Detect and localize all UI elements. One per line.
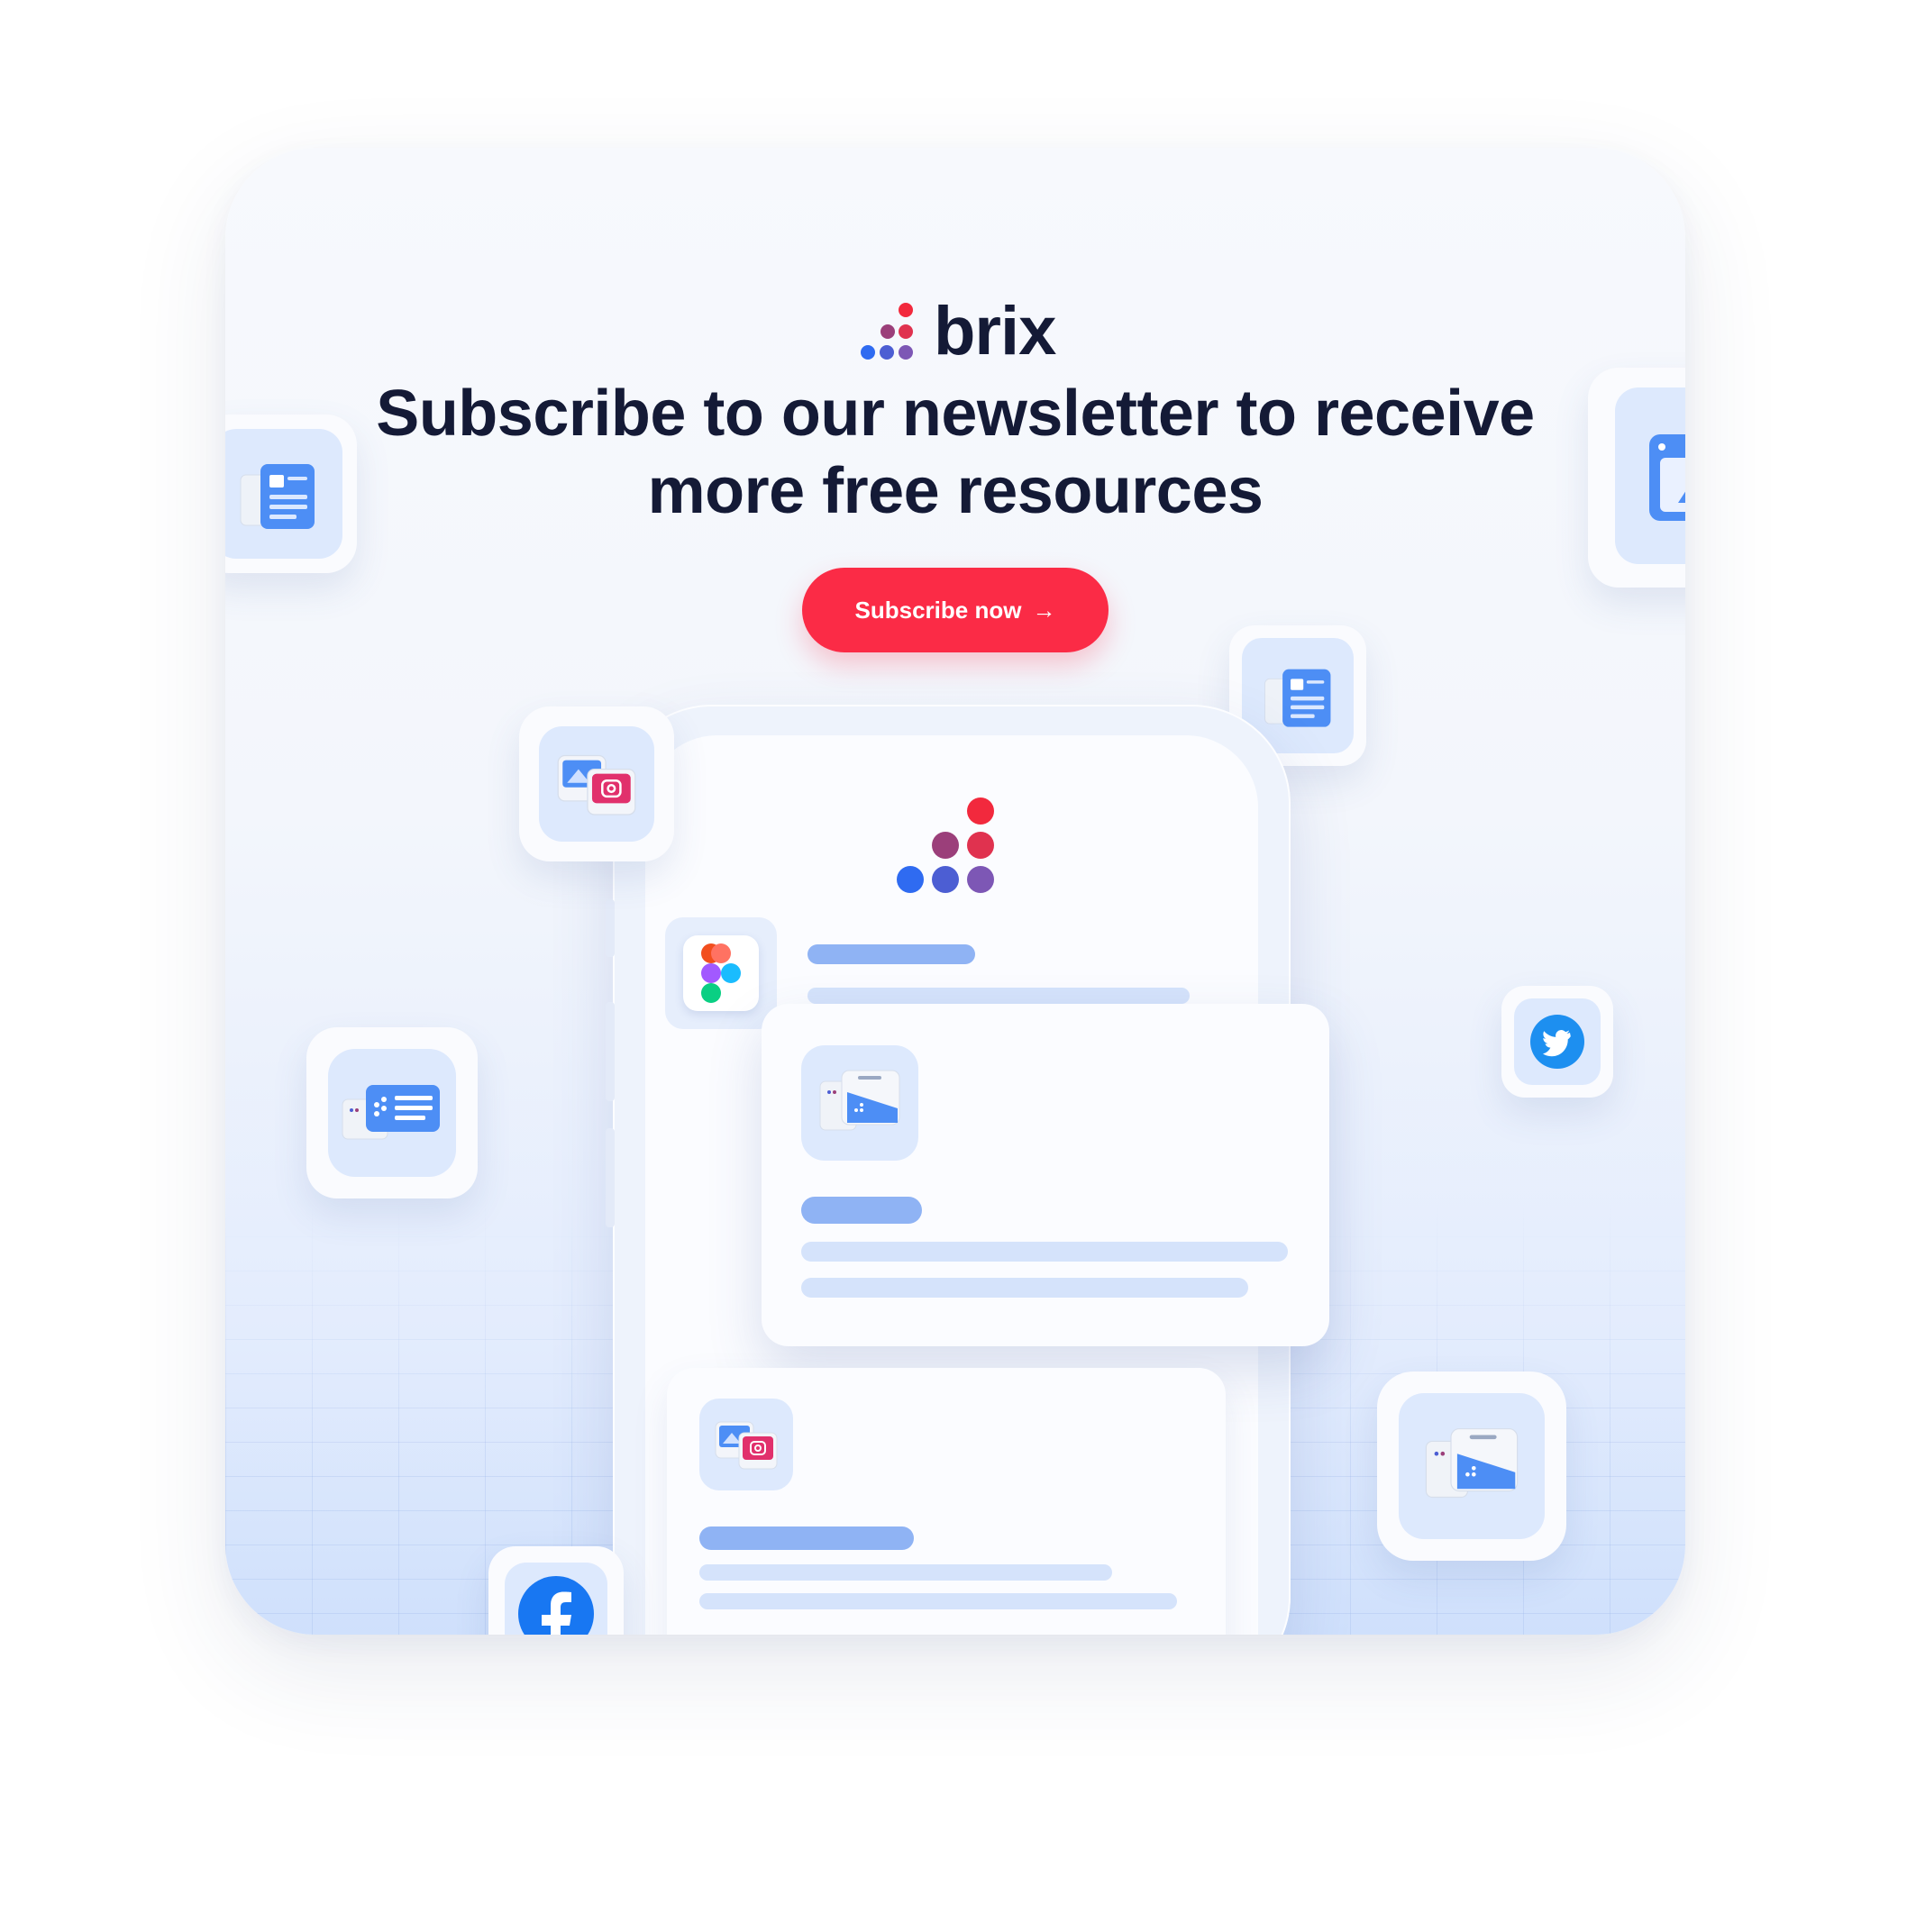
twitter-icon [1530, 1015, 1584, 1069]
phone-side-button [606, 1002, 615, 1101]
figma-tile [665, 917, 777, 1029]
photo-instagram-icon [557, 754, 636, 816]
photo-tile [519, 706, 674, 861]
placeholder-bar [801, 1278, 1248, 1298]
document-icon [240, 464, 315, 529]
document-icon [1264, 669, 1331, 727]
resource-card [667, 1368, 1226, 1635]
placeholder-bar [801, 1242, 1288, 1262]
twitter-tile[interactable] [1501, 986, 1613, 1098]
document-tile [225, 415, 357, 573]
placeholder-bar [699, 1564, 1112, 1581]
placeholder-bar [801, 1197, 922, 1224]
brix-logo-icon [897, 797, 994, 893]
figma-icon [701, 943, 741, 1003]
contact-card-icon [342, 1085, 440, 1140]
arrow-right-icon: → [1032, 597, 1056, 624]
placeholder-bar [808, 988, 1190, 1004]
template-tile [1377, 1372, 1566, 1561]
placeholder-bar [699, 1526, 914, 1550]
brand-logo: brix [856, 292, 1056, 370]
photo-tile [699, 1399, 793, 1490]
phone-side-button [606, 1128, 615, 1227]
newsletter-card: brix Subscribe to our newsletter to rece… [225, 148, 1685, 1635]
placeholder-bar [699, 1593, 1177, 1609]
brand-name: brix [934, 293, 1056, 369]
image-window-icon [1649, 434, 1685, 521]
resource-card [762, 1004, 1329, 1346]
template-cards-icon [819, 1070, 900, 1131]
template-tile [801, 1045, 918, 1161]
brix-logo-icon [861, 302, 913, 360]
phone-side-button [606, 899, 615, 957]
photo-instagram-icon [715, 1421, 778, 1470]
template-cards-icon [1425, 1428, 1519, 1499]
page-title: Subscribe to our newsletter to receive m… [376, 378, 1535, 527]
facebook-icon [518, 1576, 594, 1635]
placeholder-bar [808, 944, 975, 964]
subscribe-button-label: Subscribe now [854, 596, 1022, 624]
facebook-tile[interactable] [488, 1546, 624, 1635]
subscribe-button[interactable]: Subscribe now → [802, 568, 1109, 652]
contact-card-tile [306, 1027, 478, 1198]
image-window-tile [1588, 368, 1685, 588]
